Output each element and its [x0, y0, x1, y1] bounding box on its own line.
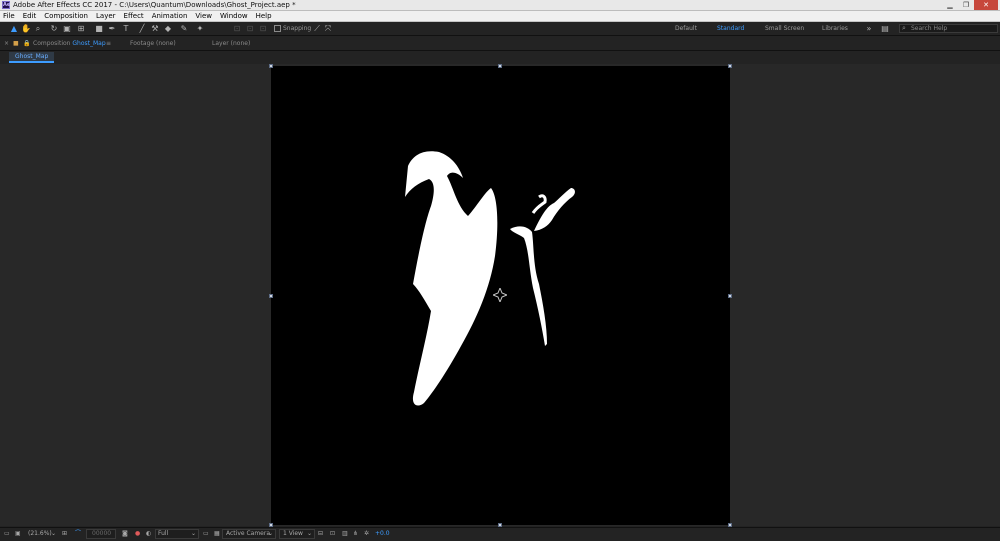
transparency-grid-icon[interactable]: ▦	[214, 529, 220, 539]
magnification-chevron-icon: ⌄	[51, 530, 57, 537]
composition-tab-name: Ghost_Map	[72, 40, 106, 47]
workspace-small-screen[interactable]: Small Screen	[765, 23, 804, 34]
tab-footage[interactable]: Footage (none)	[130, 39, 176, 49]
anchor-point-icon[interactable]	[493, 288, 507, 302]
reset-exposure-icon[interactable]: ✲	[364, 529, 369, 539]
menu-effect[interactable]: Effect	[124, 11, 144, 22]
menu-file[interactable]: File	[3, 11, 15, 22]
restore-button[interactable]: ❐	[958, 0, 974, 10]
puppet-pin-tool-icon[interactable]: ✦	[195, 24, 205, 34]
search-icon: ⌕	[902, 24, 906, 32]
camera-view-chevron-icon: ⌄	[268, 530, 274, 537]
close-icon: ✕	[983, 1, 989, 9]
menu-window[interactable]: Window	[220, 11, 248, 22]
type-tool-icon[interactable]: T	[121, 24, 131, 34]
window-controls: ▁ ❐ ✕	[942, 0, 998, 10]
after-effects-logo-icon: Ae	[2, 1, 11, 9]
snapping-checkbox[interactable]	[274, 25, 281, 32]
menu-bar: File Edit Composition Layer Effect Anima…	[0, 11, 1000, 22]
menu-animation[interactable]: Animation	[152, 11, 188, 22]
show-channel-icon[interactable]: ●	[135, 529, 140, 539]
world-axis-icon: ⊡	[246, 24, 254, 33]
zoom-tool-icon[interactable]: ⌕	[33, 24, 43, 34]
title-bar: Ae Adobe After Effects CC 2017 - C:\User…	[0, 0, 1000, 11]
handle-top-left[interactable]	[269, 64, 273, 68]
camera-view-value: Active Camera	[226, 530, 271, 537]
close-button[interactable]: ✕	[974, 0, 998, 10]
hand-tool-icon[interactable]: ✋	[21, 24, 31, 34]
pen-tool-icon[interactable]: ✒	[107, 24, 117, 34]
menu-help[interactable]: Help	[256, 11, 272, 22]
timeline-icon[interactable]: ▥	[342, 529, 348, 539]
panel-close-icon[interactable]: ×	[4, 39, 9, 49]
tab-layer[interactable]: Layer (none)	[212, 39, 250, 49]
snap-edges-icon[interactable]: ⟋	[312, 24, 322, 34]
always-preview-icon[interactable]: ▭	[4, 529, 10, 539]
panel-menu-icon[interactable]: ≡	[106, 39, 111, 49]
handle-middle-left[interactable]	[269, 294, 273, 298]
fast-previews-icon[interactable]: ⊡	[330, 529, 335, 539]
mask-visibility-icon[interactable]: ⌒	[75, 529, 81, 539]
flowchart-icon[interactable]: ⋔	[353, 529, 358, 539]
selection-tool-icon[interactable]: ▲	[9, 24, 19, 34]
menu-edit[interactable]: Edit	[23, 11, 37, 22]
workspace-default[interactable]: Default	[675, 23, 697, 34]
pan-behind-tool-icon[interactable]: ⊞	[76, 24, 86, 34]
view-axis-icon: ⊡	[259, 24, 267, 33]
workspace-menu-icon[interactable]: ▤	[880, 24, 890, 34]
magnification-dropdown[interactable]: (21.6%)	[28, 529, 52, 539]
minimize-button[interactable]: ▁	[942, 0, 958, 10]
tab-composition[interactable]: Composition Ghost_Map	[33, 39, 106, 49]
resolution-chevron-icon: ⌄	[191, 530, 197, 537]
camera-tool-icon[interactable]: ▣	[62, 24, 72, 34]
lock-icon[interactable]: 🔒	[23, 39, 30, 49]
composition-canvas[interactable]	[271, 66, 730, 525]
more-workspaces-icon[interactable]: »	[864, 24, 874, 34]
color-management-icon[interactable]: ◐	[146, 529, 151, 539]
snapshot-camera-icon[interactable]: ◙	[122, 529, 128, 539]
resolution-value: Full	[158, 530, 169, 537]
clone-stamp-tool-icon[interactable]: ⚒	[150, 24, 160, 34]
monitor-icon[interactable]: ▣	[15, 529, 21, 539]
menu-layer[interactable]: Layer	[96, 11, 116, 22]
workspace-libraries[interactable]: Libraries	[822, 23, 848, 34]
minimize-icon: ▁	[947, 1, 953, 9]
region-of-interest-icon[interactable]: ▭	[203, 529, 209, 539]
handle-top-right[interactable]	[728, 64, 732, 68]
handle-top-center[interactable]	[498, 64, 502, 68]
toggle-pixel-aspect-icon[interactable]: ⊟	[318, 529, 323, 539]
local-axis-icon: ⊡	[233, 24, 241, 33]
composition-panel-icon: ■	[13, 40, 19, 47]
rotation-tool-icon[interactable]: ↻	[49, 24, 59, 34]
rectangle-tool-icon[interactable]: ■	[94, 24, 104, 34]
exposure-value[interactable]: +0.0	[375, 529, 390, 539]
workspace-standard[interactable]: Standard	[717, 23, 744, 34]
eraser-tool-icon[interactable]: ◆	[163, 24, 173, 34]
view-layout-chevron-icon: ⌄	[307, 530, 313, 537]
restore-icon: ❐	[962, 1, 970, 9]
window-title: Adobe After Effects CC 2017 - C:\Users\Q…	[13, 1, 296, 9]
handle-middle-right[interactable]	[728, 294, 732, 298]
brush-tool-icon[interactable]: ╱	[137, 24, 147, 34]
tab-ghost-map[interactable]: Ghost_Map	[9, 52, 55, 63]
menu-view[interactable]: View	[195, 11, 212, 22]
grid-guide-icon[interactable]: ⊞	[62, 529, 67, 539]
roto-brush-tool-icon[interactable]: ✎	[179, 24, 189, 34]
view-layout-value: 1 View	[283, 530, 303, 537]
snapping-label: Snapping	[283, 25, 312, 32]
search-help-placeholder: Search Help	[911, 25, 948, 32]
timecode-value: 00000	[92, 530, 112, 537]
menu-composition[interactable]: Composition	[44, 11, 88, 22]
snap-features-icon[interactable]: ⤧	[323, 24, 333, 34]
composition-tab-prefix: Composition	[33, 40, 71, 47]
